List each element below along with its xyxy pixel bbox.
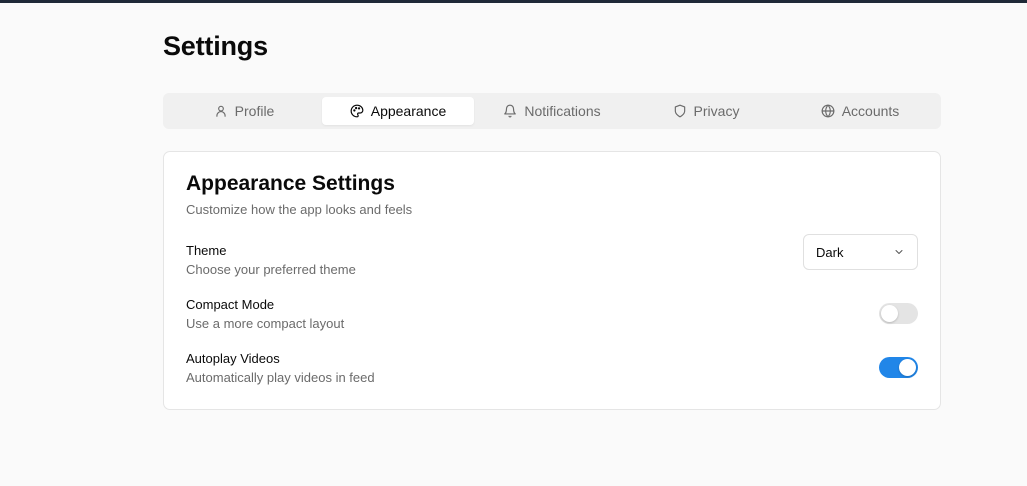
tab-privacy[interactable]: Privacy bbox=[630, 97, 782, 125]
toggle-knob bbox=[899, 359, 916, 376]
autoplay-description: Automatically play videos in feed bbox=[186, 370, 375, 385]
tab-profile[interactable]: Profile bbox=[168, 97, 320, 125]
tab-label: Accounts bbox=[841, 103, 900, 119]
compact-mode-toggle[interactable] bbox=[879, 303, 918, 324]
compact-mode-label: Compact Mode bbox=[186, 297, 275, 312]
chevron-down-icon bbox=[893, 246, 905, 258]
palette-icon bbox=[350, 104, 364, 118]
compact-mode-setting-row: Compact Mode Use a more compact layout bbox=[186, 297, 918, 337]
user-icon bbox=[214, 104, 228, 118]
shield-icon bbox=[673, 104, 687, 118]
theme-select[interactable]: Dark bbox=[803, 234, 918, 270]
tab-accounts[interactable]: Accounts bbox=[784, 97, 936, 125]
card-subtitle: Customize how the app looks and feels bbox=[186, 202, 413, 217]
tab-appearance[interactable]: Appearance bbox=[322, 97, 474, 125]
toggle-knob bbox=[881, 305, 898, 322]
tab-label: Notifications bbox=[524, 103, 601, 119]
bell-icon bbox=[503, 104, 517, 118]
tab-label: Profile bbox=[234, 103, 275, 119]
autoplay-setting-row: Autoplay Videos Automatically play video… bbox=[186, 351, 918, 391]
settings-tabs: Profile Appearance Notifications Privacy… bbox=[163, 93, 941, 129]
theme-setting-row: Theme Choose your preferred theme Dark bbox=[186, 234, 918, 283]
tab-notifications[interactable]: Notifications bbox=[476, 97, 628, 125]
top-border bbox=[0, 0, 1027, 3]
theme-label: Theme bbox=[186, 243, 227, 258]
compact-mode-description: Use a more compact layout bbox=[186, 316, 345, 331]
autoplay-label: Autoplay Videos bbox=[186, 351, 280, 366]
appearance-settings-card: Appearance Settings Customize how the ap… bbox=[163, 151, 941, 410]
card-title: Appearance Settings bbox=[186, 172, 395, 195]
tab-label: Appearance bbox=[370, 103, 447, 119]
globe-icon bbox=[821, 104, 835, 118]
theme-select-value: Dark bbox=[816, 244, 844, 260]
autoplay-toggle[interactable] bbox=[879, 357, 918, 378]
theme-description: Choose your preferred theme bbox=[186, 262, 356, 277]
tab-label: Privacy bbox=[693, 103, 740, 119]
page-title: Settings bbox=[163, 31, 268, 61]
